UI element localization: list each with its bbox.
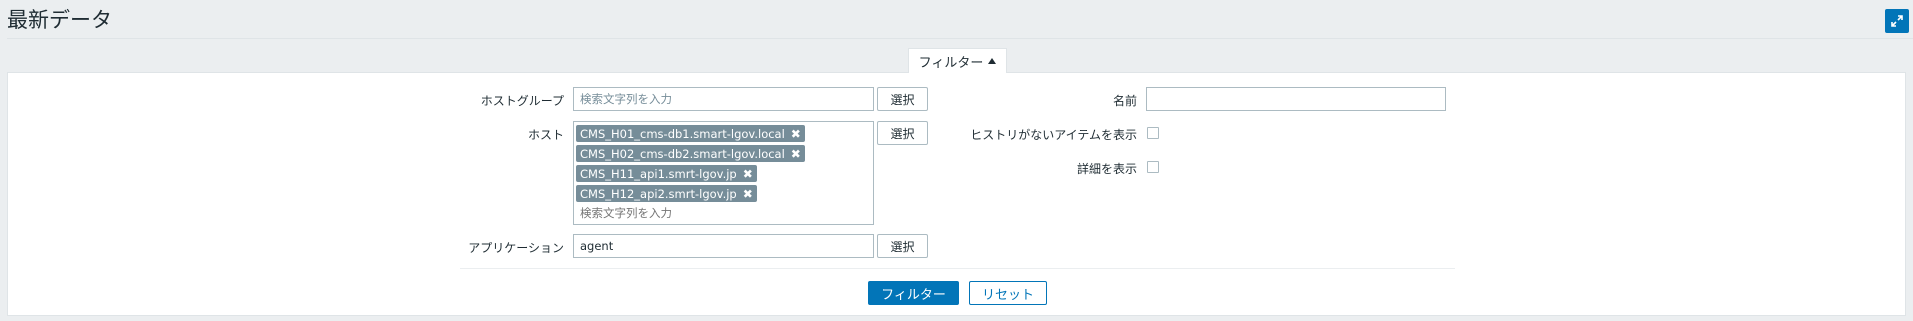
host-multiselect[interactable]: CMS_H01_cms-db1.smart-lgov.local ✖ CMS_H…	[573, 121, 874, 225]
name-input[interactable]	[1146, 87, 1446, 111]
remove-icon[interactable]: ✖	[791, 128, 801, 140]
application-input[interactable]	[573, 234, 874, 258]
show-items-without-history-label: ヒストリがないアイテムを表示	[970, 128, 1137, 142]
host-group-input[interactable]	[573, 87, 874, 111]
host-tag-label: CMS_H01_cms-db1.smart-lgov.local	[580, 126, 785, 141]
host-tag: CMS_H02_cms-db2.smart-lgov.local ✖	[576, 145, 805, 162]
remove-icon[interactable]: ✖	[743, 188, 753, 200]
host-search-input[interactable]	[576, 204, 776, 220]
filter-tab-label: フィルター	[918, 55, 984, 71]
filter-tab[interactable]: フィルター	[908, 48, 1007, 73]
host-tag: CMS_H01_cms-db1.smart-lgov.local ✖	[576, 125, 805, 142]
host-select-button[interactable]: 選択	[877, 121, 928, 145]
caret-up-icon	[988, 58, 997, 64]
host-tag: CMS_H12_api2.smrt-lgov.jp ✖	[576, 185, 757, 202]
reset-button[interactable]: リセット	[969, 281, 1047, 305]
expand-icon	[1891, 15, 1903, 27]
apply-filter-button[interactable]: フィルター	[868, 281, 959, 305]
host-tag-label: CMS_H11_api1.smrt-lgov.jp	[580, 166, 737, 181]
show-details-label: 詳細を表示	[1076, 162, 1137, 176]
filter-panel	[7, 72, 1906, 316]
host-group-label: ホストグループ	[480, 94, 564, 108]
host-tag-label: CMS_H02_cms-db2.smart-lgov.local	[580, 146, 785, 161]
form-divider	[460, 268, 1455, 269]
remove-icon[interactable]: ✖	[743, 168, 753, 180]
fullscreen-button[interactable]	[1885, 9, 1909, 33]
page-title: 最新データ	[7, 8, 112, 32]
show-details-checkbox[interactable]	[1147, 161, 1159, 173]
host-label: ホスト	[527, 128, 564, 142]
show-items-without-history-checkbox[interactable]	[1147, 127, 1159, 139]
title-divider	[7, 38, 1913, 39]
host-group-select-button[interactable]: 選択	[877, 87, 928, 111]
host-tag: CMS_H11_api1.smrt-lgov.jp ✖	[576, 165, 757, 182]
remove-icon[interactable]: ✖	[791, 148, 801, 160]
name-label: 名前	[1112, 94, 1137, 108]
application-select-button[interactable]: 選択	[877, 234, 928, 258]
application-label: アプリケーション	[468, 241, 564, 255]
host-tag-label: CMS_H12_api2.smrt-lgov.jp	[580, 186, 737, 201]
